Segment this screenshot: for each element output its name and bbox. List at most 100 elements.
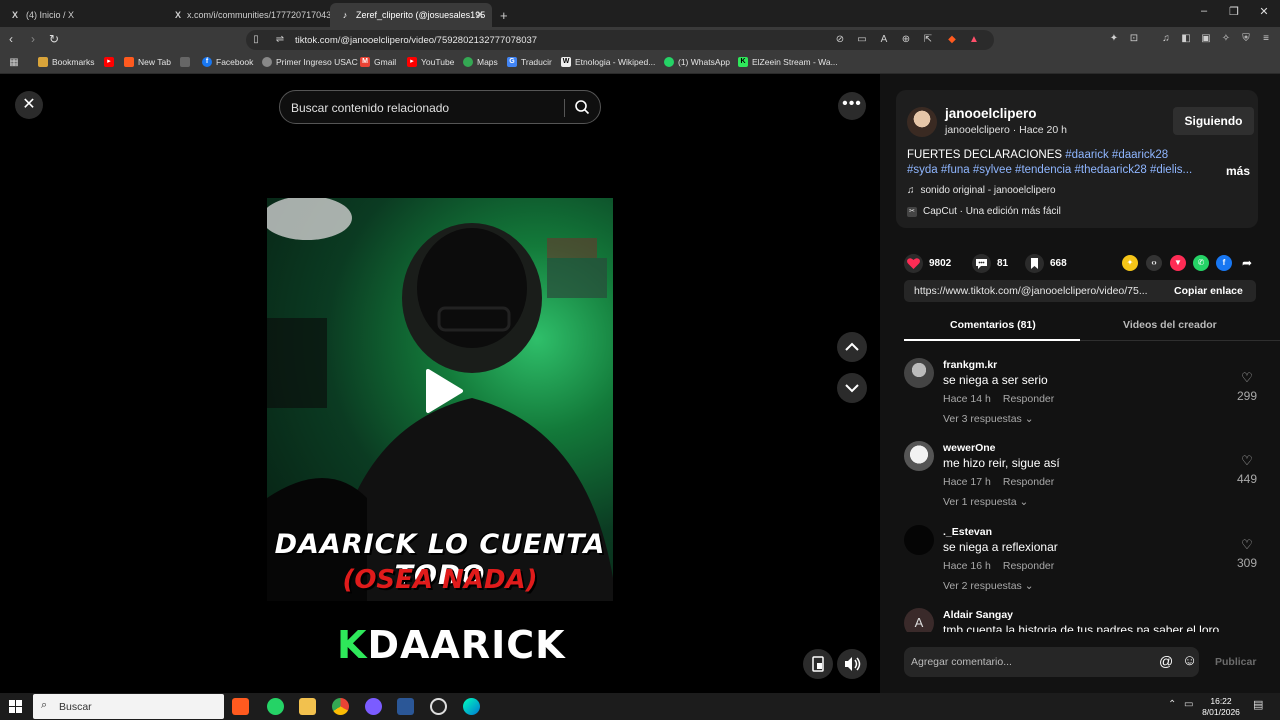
browser-tab-tiktok[interactable]: ♪ Zeref_cliperito (@josuesales195 ✕ [330,3,492,27]
volume-button[interactable] [837,649,867,679]
zoom-icon[interactable]: ⊕ [900,34,912,46]
screen-icon[interactable]: ▭ [856,34,868,46]
obs-taskbar-icon[interactable] [430,698,447,715]
save-button[interactable]: 668 [1025,254,1067,273]
video-player[interactable]: DAARICK LO CUENTA TODO (OSEA NADA) KDAAR… [267,143,613,693]
brave-taskbar-icon[interactable] [232,698,249,715]
whatsapp-share-icon[interactable]: ✆ [1193,255,1209,271]
view-replies-button[interactable]: Ver 2 respuestas ⌄ [943,580,1034,592]
share-tiktok-icon[interactable]: ▼ [1170,255,1186,271]
tray-chevron-icon[interactable]: ⌃ [1168,699,1176,710]
comment-like-button[interactable]: ♡ 309 [1235,536,1259,570]
windows-start-icon[interactable] [9,700,22,713]
restore-icon[interactable]: ❐ [1224,5,1244,18]
no-tracking-icon[interactable]: ⊘ [834,34,846,46]
file-explorer-icon[interactable] [299,698,316,715]
bookmark-page-icon[interactable]: ▯ [250,34,262,46]
bookmark-wikipedia[interactable]: W Etnologia - Wikiped... [561,57,655,67]
bookmark-youtube-shortcut[interactable]: ▸ [104,57,114,67]
comment-input[interactable]: Agregar comentario... @ ☺ [904,647,1199,677]
share-page-icon[interactable]: ⇱ [922,34,934,46]
comment-like-button[interactable]: ♡ 449 [1235,452,1259,486]
minimize-icon[interactable]: – [1194,5,1214,17]
more-options-icon[interactable]: ••• [838,92,866,120]
screenshot-icon[interactable]: ⊡ [1128,33,1140,45]
next-video-button[interactable] [837,373,867,403]
commenter-username[interactable]: Aldair Sangay [943,609,1013,621]
comment-like-button[interactable]: ♡ 299 [1235,369,1259,403]
mention-icon[interactable]: @ [1159,653,1173,669]
edge-taskbar-icon[interactable] [463,698,480,715]
back-icon[interactable]: ‹ [9,32,13,46]
commenter-username[interactable]: frankgm.kr [943,359,997,371]
apps-grid-icon[interactable]: ▦ [8,57,20,69]
bookmark-kick[interactable]: K ElZeein Stream - Wa... [738,57,838,67]
bookmark-youtube[interactable]: ▸ YouTube [407,57,454,67]
bookmark-facebook[interactable]: f Facebook [202,57,253,67]
address-bar[interactable]: ▯ ⇌ tiktok.com/@janooelclipero/video/759… [246,30,994,50]
media-icon[interactable]: ♫ [1160,33,1172,45]
tab-creator-videos[interactable]: Videos del creador [1123,319,1217,331]
share-arrow-icon[interactable]: ➦ [1239,255,1255,271]
bookmark-image-shortcut[interactable] [180,57,190,67]
search-icon[interactable] [574,99,590,115]
commenter-username[interactable]: wewerOne [943,442,996,454]
bookmark-folder[interactable]: Bookmarks [38,57,95,67]
publish-button[interactable]: Publicar [1215,656,1256,668]
whatsapp-taskbar-icon[interactable] [267,698,284,715]
pip-button[interactable] [803,649,833,679]
capcut-link[interactable]: ✂ CapCut · Una edición más fácil [907,206,1061,217]
translate-icon[interactable]: A [878,34,890,46]
creator-username[interactable]: janooelclipero [945,106,1037,121]
wallet-icon[interactable]: ▣ [1200,33,1212,45]
new-tab-button[interactable]: + [496,3,516,27]
comment-button[interactable]: 81 [972,254,1008,273]
browser-tab-x-home[interactable]: X (4) Inicio / X [0,3,165,27]
reload-icon[interactable]: ↻ [49,32,59,46]
bookmark-traducir[interactable]: G Traducir [507,57,552,67]
view-replies-button[interactable]: Ver 3 respuestas ⌄ [943,413,1034,425]
brave-rewards-icon[interactable]: ▲ [968,34,980,46]
system-clock[interactable]: 16:22 8/01/2026 [1196,696,1246,718]
bookmark-maps[interactable]: Maps [463,57,498,67]
extensions-icon[interactable]: ✦ [1108,33,1120,45]
reply-button[interactable]: Responder [1003,393,1054,405]
reply-button[interactable]: Responder [1003,560,1054,572]
share-friends-icon[interactable]: ✦ [1122,255,1138,271]
sound-link[interactable]: ♫ sonido original - janooelclipero [907,185,1056,196]
sidebar-icon[interactable]: ◧ [1180,33,1192,45]
vpn-icon[interactable]: ⛨ [1240,33,1252,45]
bookmark-whatsapp[interactable]: (1) WhatsApp [664,57,730,67]
network-icon[interactable]: ▭ [1184,699,1193,710]
close-video-button[interactable]: ✕ [15,91,43,119]
word-taskbar-icon[interactable] [397,698,414,715]
discord-taskbar-icon[interactable] [365,698,382,715]
embed-code-icon[interactable]: ‹› [1146,255,1162,271]
play-icon[interactable] [424,368,464,414]
bookmark-gmail[interactable]: M Gmail [360,57,396,67]
commenter-avatar[interactable]: A [904,608,934,632]
commenter-username[interactable]: ._Estevan [943,526,992,538]
bookmark-new-tab[interactable]: New Tab [124,57,171,67]
view-replies-button[interactable]: Ver 1 respuesta ⌄ [943,496,1028,508]
notifications-icon[interactable]: ▤ [1253,698,1263,711]
site-info-icon[interactable]: ⇌ [274,34,286,46]
brave-shield-icon[interactable]: ◆ [946,34,958,46]
related-search-input[interactable]: Buscar contenido relacionado [279,90,601,124]
emoji-icon[interactable]: ☺ [1182,652,1197,669]
taskbar-search-input[interactable]: ⌕ Buscar [33,694,224,719]
browser-tab-x-community[interactable]: X x.com/i/communities/177720717043 [165,3,330,27]
following-button[interactable]: Siguiendo [1173,107,1254,135]
leo-ai-icon[interactable]: ✧ [1220,33,1232,45]
creator-avatar[interactable] [907,107,937,137]
reply-button[interactable]: Responder [1003,476,1054,488]
menu-icon[interactable]: ≡ [1260,33,1272,45]
chrome-taskbar-icon[interactable] [332,698,349,715]
like-button[interactable]: 9802 [904,254,951,273]
facebook-share-icon[interactable]: f [1216,255,1232,271]
bookmark-usac[interactable]: Primer Ingreso USAC [262,57,358,67]
commenter-avatar[interactable] [904,358,934,388]
tab-comments[interactable]: Comentarios (81) [950,319,1036,331]
copy-link-button[interactable]: Copiar enlace [1174,285,1243,297]
previous-video-button[interactable] [837,332,867,362]
